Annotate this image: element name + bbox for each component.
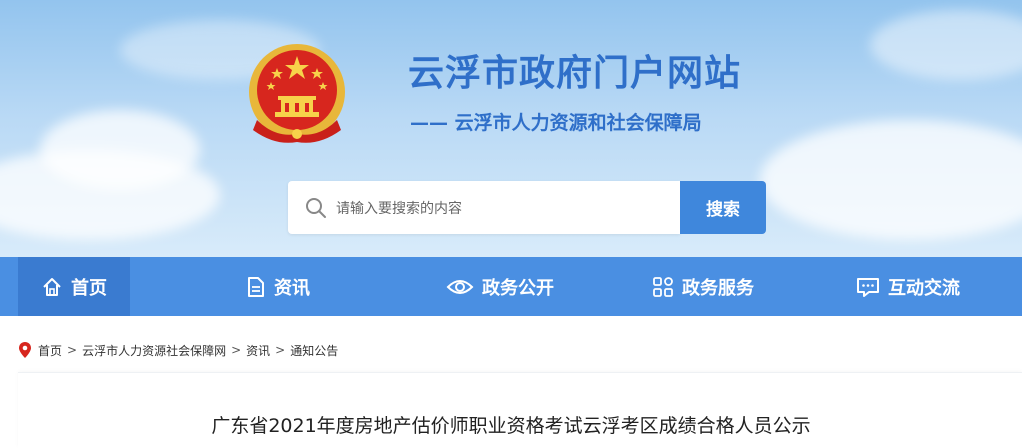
breadcrumb-notices[interactable]: 通知公告: [290, 342, 338, 359]
search-button[interactable]: 搜索: [680, 181, 766, 234]
breadcrumb-separator: >: [67, 343, 78, 357]
document-icon: [248, 276, 264, 297]
breadcrumb-separator: >: [275, 343, 286, 357]
article-title: 广东省2021年度房地产估价师职业资格考试云浮考区成绩合格人员公示: [211, 415, 811, 437]
breadcrumb: 首页 > 云浮市人力资源社会保障网 > 资讯 > 通知公告: [18, 341, 338, 359]
search-input[interactable]: [334, 181, 668, 236]
nav-item-interaction[interactable]: 互动交流: [856, 257, 960, 316]
nav-label-gov-service: 政务服务: [682, 277, 754, 299]
breadcrumb-home[interactable]: 首页: [38, 342, 62, 359]
nav-item-gov-open[interactable]: 政务公开: [446, 257, 554, 316]
chat-icon: [857, 277, 879, 297]
breadcrumb-hrss-site[interactable]: 云浮市人力资源社会保障网: [82, 342, 226, 359]
main-nav: 首页 资讯 政务公开 政务服务 互动交流: [0, 257, 1022, 316]
search-icon: [306, 198, 326, 218]
nav-item-home[interactable]: 首页: [18, 257, 130, 316]
search-box: [288, 181, 680, 236]
breadcrumb-separator: >: [231, 343, 242, 357]
grid-icon: [653, 276, 673, 297]
nav-item-gov-service[interactable]: 政务服务: [652, 257, 754, 316]
nav-label-news: 资讯: [274, 277, 310, 299]
home-icon: [43, 277, 61, 296]
location-pin-icon: [19, 342, 31, 358]
nav-label-home: 首页: [71, 277, 107, 299]
department-subtitle: —— 云浮市人力资源和社会保障局: [410, 112, 702, 134]
eye-icon: [446, 279, 474, 294]
breadcrumb-news[interactable]: 资讯: [246, 342, 270, 359]
nav-label-interaction: 互动交流: [888, 277, 960, 299]
nav-label-gov-open: 政务公开: [482, 277, 554, 299]
national-emblem-icon: [249, 44, 345, 143]
site-title: 云浮市政府门户网站: [408, 53, 742, 94]
nav-item-news[interactable]: 资讯: [246, 257, 310, 316]
